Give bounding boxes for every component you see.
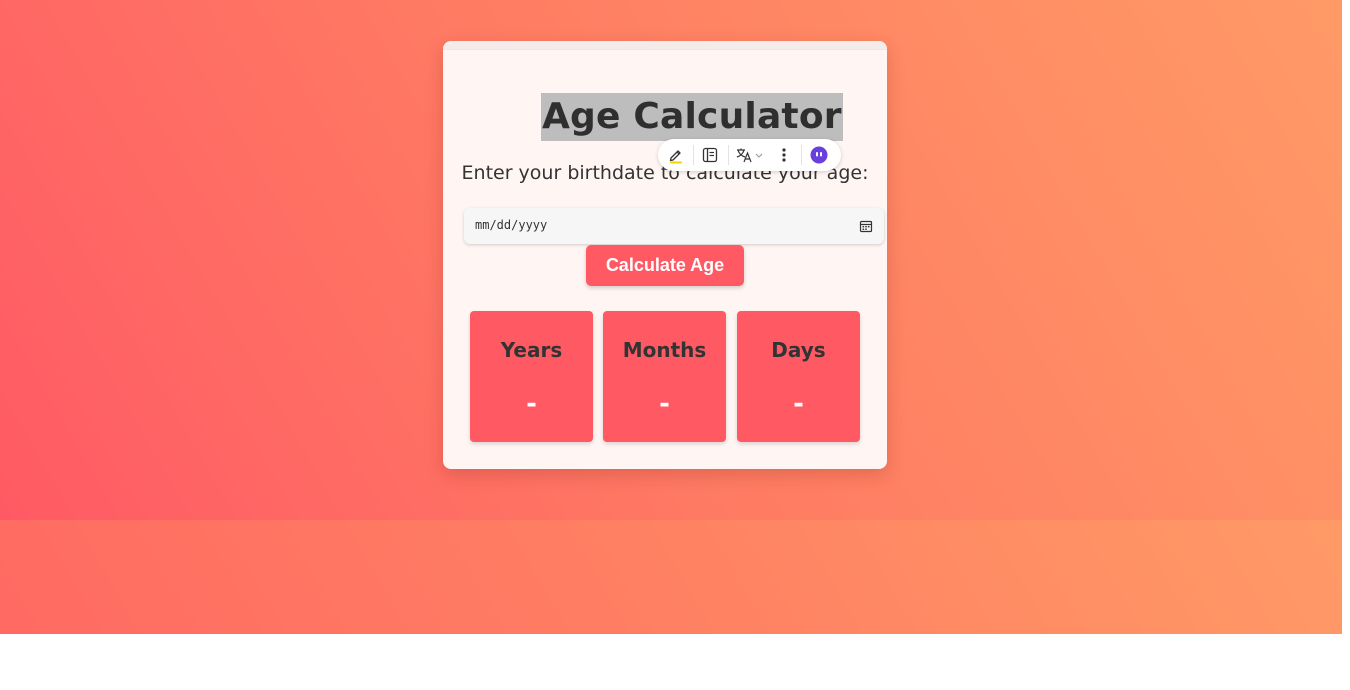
years-result-box: Years - [470,311,593,442]
calendar-icon[interactable] [859,219,873,233]
calculate-age-button[interactable]: Calculate Age [586,245,744,286]
translate-icon [736,148,763,163]
assistant-icon [810,146,828,164]
calculator-card: Age Calculator Enter your birthdate to c… [443,41,887,469]
days-result-box: Days - [737,311,860,442]
notes-icon [702,147,718,163]
years-label: Years [500,338,563,362]
assistant-button[interactable] [804,143,834,167]
days-value: - [793,389,804,419]
months-label: Months [622,338,707,362]
highlight-button[interactable] [661,143,691,167]
toolbar-divider [801,145,802,165]
birthdate-input[interactable]: mm/dd/yyyy [464,208,884,244]
months-value: - [659,389,670,419]
toolbar-divider [693,145,694,165]
translate-button[interactable] [732,143,768,167]
more-icon [782,148,786,162]
toolbar-divider [728,145,729,165]
notes-button[interactable] [695,143,725,167]
card-top-edge [443,41,887,50]
months-result-box: Months - [603,311,726,442]
page-title: Age Calculator [541,93,843,141]
birthdate-placeholder: mm/dd/yyyy [475,218,548,232]
days-label: Days [771,338,826,362]
years-value: - [526,389,537,419]
title-wrap: Age Calculator [541,93,843,141]
highlight-icon [669,150,682,164]
selection-toolbar [658,139,841,171]
more-options-button[interactable] [769,143,799,167]
page-background-lower [0,520,1342,634]
